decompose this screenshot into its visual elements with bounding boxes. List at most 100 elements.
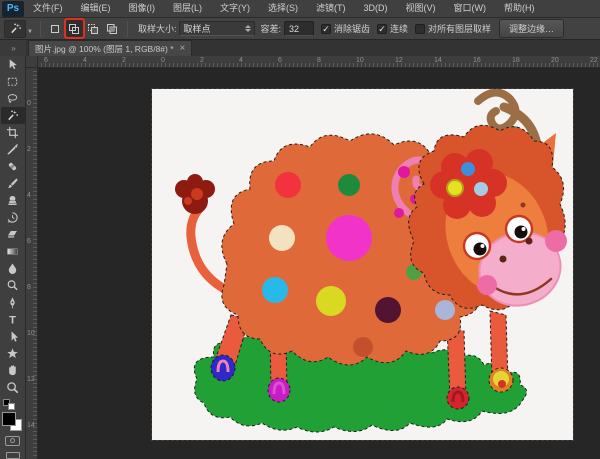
polka-dot bbox=[269, 225, 295, 251]
polka-dot bbox=[435, 300, 455, 320]
ruler-corner bbox=[26, 56, 38, 68]
magic-wand-tool-icon[interactable] bbox=[4, 20, 26, 38]
refine-edge-button[interactable]: 调整边缘… bbox=[499, 19, 564, 38]
document-canvas[interactable] bbox=[152, 89, 573, 440]
document-tab-bar: 图片.jpg @ 100% (图层 1, RGB/8#) * × bbox=[26, 40, 600, 56]
tool-brush[interactable] bbox=[1, 175, 25, 192]
menu-w[interactable]: 窗口(W) bbox=[445, 0, 496, 17]
tool-type[interactable]: T bbox=[1, 311, 25, 328]
vertical-ruler: 02468101214 bbox=[26, 68, 38, 459]
canvas-area bbox=[38, 68, 600, 459]
tool-hand[interactable] bbox=[1, 362, 25, 379]
document-tab-title: 图片.jpg @ 100% (图层 1, RGB/8#) * bbox=[35, 43, 174, 55]
sheep-artwork bbox=[152, 89, 573, 440]
color-swatches bbox=[1, 399, 25, 430]
sample-size-value: 取样点 bbox=[183, 22, 210, 35]
ruler-label: 8 bbox=[317, 57, 321, 64]
red-annotation-box bbox=[64, 18, 85, 39]
foreground-color-swatch[interactable] bbox=[2, 412, 16, 426]
polka-dot bbox=[262, 277, 288, 303]
ruler-label: 10 bbox=[27, 330, 35, 337]
tool-eyedropper[interactable] bbox=[1, 141, 25, 158]
tool-history-brush[interactable] bbox=[1, 209, 25, 226]
ruler-label: 22 bbox=[590, 57, 598, 64]
sample-all-layers-label: 对所有图层取样 bbox=[428, 22, 491, 35]
ruler-label: 0 bbox=[161, 57, 165, 64]
tool-custom-shape[interactable] bbox=[1, 345, 25, 362]
separator bbox=[127, 21, 128, 37]
polka-dot bbox=[275, 172, 301, 198]
tool-pen[interactable] bbox=[1, 294, 25, 311]
tool-rectangular-marquee[interactable] bbox=[1, 73, 25, 90]
ruler-label: 4 bbox=[27, 192, 31, 199]
quick-mask-icon[interactable] bbox=[5, 436, 20, 446]
menu-i[interactable]: 图像(I) bbox=[120, 0, 165, 17]
sample-all-layers-checkbox[interactable] bbox=[415, 24, 425, 34]
menu-l[interactable]: 图层(L) bbox=[164, 0, 211, 17]
screen-mode-icon[interactable] bbox=[6, 452, 20, 459]
menu-y[interactable]: 文字(Y) bbox=[211, 0, 259, 17]
flower-dot-blue bbox=[461, 162, 475, 176]
tool-spot-healing-brush[interactable] bbox=[1, 158, 25, 175]
tool-move[interactable] bbox=[1, 56, 25, 73]
menu-s[interactable]: 选择(S) bbox=[259, 0, 307, 17]
polka-dot bbox=[316, 286, 346, 316]
menu-items: 文件(F)编辑(E)图像(I)图层(L)文字(Y)选择(S)滤镜(T)3D(D)… bbox=[24, 0, 544, 17]
tail-tip bbox=[175, 174, 215, 214]
tool-blur[interactable] bbox=[1, 260, 25, 277]
ruler-label: 4 bbox=[239, 57, 243, 64]
menu-f[interactable]: 文件(F) bbox=[24, 0, 72, 17]
polka-dot bbox=[338, 174, 360, 196]
tool-options-bar: ▼ 取样大小: 取样点 容差: 32 ✓ 消除锯齿 ✓ 连续 对所有图层取样 调… bbox=[0, 18, 600, 40]
anti-alias-checkbox[interactable]: ✓ bbox=[321, 24, 331, 34]
tool-dodge[interactable] bbox=[1, 277, 25, 294]
document-tab[interactable]: 图片.jpg @ 100% (图层 1, RGB/8#) * × bbox=[28, 40, 192, 56]
ruler-label: 6 bbox=[278, 57, 282, 64]
tool-zoom[interactable] bbox=[1, 379, 25, 396]
photoshop-logo: Ps bbox=[2, 1, 24, 17]
tool-gradient[interactable] bbox=[1, 243, 25, 260]
polka-dot bbox=[326, 215, 372, 261]
tolerance-label: 容差: bbox=[260, 22, 281, 35]
swap-colors-icon[interactable] bbox=[8, 403, 15, 410]
subtract-from-selection-button[interactable] bbox=[85, 20, 102, 37]
contiguous-checkbox[interactable]: ✓ bbox=[377, 24, 387, 34]
tool-eraser[interactable] bbox=[1, 226, 25, 243]
horizontal-ruler: 6420246810121416182022 bbox=[38, 56, 600, 68]
ruler-label: 20 bbox=[551, 57, 559, 64]
toolbar-collapse-button[interactable]: » bbox=[0, 40, 26, 56]
separator bbox=[40, 21, 41, 37]
tool-clone-stamp[interactable] bbox=[1, 192, 25, 209]
tool-crop[interactable] bbox=[1, 124, 25, 141]
close-icon[interactable]: × bbox=[180, 44, 186, 54]
tool-lasso[interactable] bbox=[1, 90, 25, 107]
add-to-selection-button[interactable] bbox=[66, 20, 83, 37]
tolerance-input[interactable]: 32 bbox=[284, 21, 314, 36]
menu-v[interactable]: 视图(V) bbox=[397, 0, 445, 17]
ruler-label: 10 bbox=[356, 57, 364, 64]
chevron-down-icon[interactable]: ▼ bbox=[27, 29, 33, 35]
tool-magic-wand[interactable] bbox=[1, 107, 25, 124]
intersect-selection-button[interactable] bbox=[104, 20, 121, 37]
ruler-label: 2 bbox=[27, 146, 31, 153]
menu-e[interactable]: 编辑(E) bbox=[72, 0, 120, 17]
ruler-label: 14 bbox=[434, 57, 442, 64]
menu-t[interactable]: 滤镜(T) bbox=[307, 0, 355, 17]
ruler-label: 2 bbox=[122, 57, 126, 64]
cheek-left bbox=[477, 275, 497, 295]
contiguous-label: 连续 bbox=[390, 22, 408, 35]
menu-h[interactable]: 帮助(H) bbox=[495, 0, 544, 17]
new-selection-button[interactable] bbox=[47, 20, 64, 37]
ruler-label: 6 bbox=[27, 238, 31, 245]
ruler-label: 8 bbox=[27, 284, 31, 291]
ruler-label: 4 bbox=[83, 57, 87, 64]
menu-dd[interactable]: 3D(D) bbox=[355, 0, 397, 17]
polka-dot bbox=[353, 337, 373, 357]
ruler-label: 12 bbox=[395, 57, 403, 64]
sample-size-label: 取样大小: bbox=[138, 22, 177, 35]
sample-size-dropdown[interactable]: 取样点 bbox=[179, 21, 255, 36]
tool-path-selection[interactable] bbox=[1, 328, 25, 345]
dropdown-arrows-icon bbox=[245, 25, 251, 32]
tools-list: T bbox=[1, 56, 25, 396]
selection-mode-group bbox=[46, 20, 122, 37]
